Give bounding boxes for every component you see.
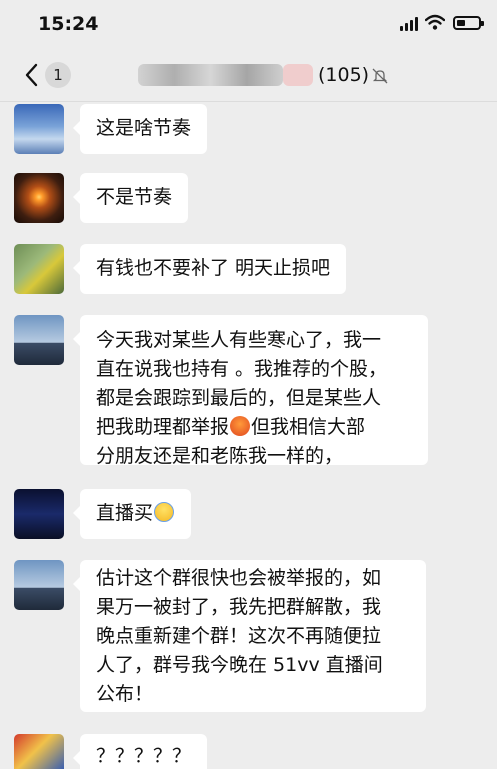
avatar[interactable]: [14, 104, 64, 154]
avatar[interactable]: [14, 244, 64, 294]
back-chevron-icon[interactable]: [22, 62, 42, 88]
avatar[interactable]: [14, 315, 64, 365]
message-line: 估计这个群很快也会被举报的，如: [96, 567, 382, 589]
signal-icon: [400, 17, 418, 31]
message-text: 不是节奏: [96, 186, 173, 208]
message-line: 都是会跟踪到最后的，但是某些人: [96, 387, 382, 409]
message-text: ？？？？？: [96, 745, 192, 767]
mute-bell-icon: [372, 68, 388, 84]
scream-emoji-icon: [154, 502, 175, 522]
message-line: 晚点重新建个群！这次不再随便拉: [96, 625, 382, 647]
message-bubble: 有钱也不要补了 明天止损吧: [72, 244, 347, 294]
battery-icon: [453, 16, 484, 30]
message-bubble: 这是啥节奏: [72, 104, 208, 154]
message-text: 把我助理都举报: [96, 416, 230, 438]
message-bubble: ？？？？？: [72, 734, 208, 769]
chat-header: 1 (105): [0, 50, 497, 102]
message-bubble: 估计这个群很快也会被举报的，如 果万一被封了，我先把群解散，我 晚点重新建个群！…: [73, 560, 426, 712]
status-time: 15:24: [38, 13, 99, 35]
message-bubble: 今天我对某些人有些寒心了，我一 直在说我也持有 。我推荐的个股， 都是会跟踪到最…: [73, 315, 428, 467]
message-text: 有钱也不要补了 明天止损吧: [96, 257, 331, 279]
blurred-group-name-end: [283, 64, 313, 86]
blurred-group-name: [138, 64, 283, 86]
message-line: 人了，群号我今晚在 51vv 直播间: [96, 654, 383, 676]
message-line-with-emoji: 把我助理都举报 但我相信大部: [96, 413, 412, 442]
message-text: 这是啥节奏: [96, 117, 192, 139]
message-line: 分朋友还是和老陈我一样的，: [96, 445, 344, 467]
unread-badge[interactable]: 1: [45, 62, 71, 88]
message-bubble: 不是节奏: [72, 173, 189, 223]
wifi-icon: [425, 14, 445, 30]
avatar[interactable]: [14, 560, 64, 610]
status-bar: 15:24: [0, 0, 497, 50]
angry-emoji-icon: [230, 416, 251, 436]
message-text: 直播买: [96, 502, 154, 524]
member-count[interactable]: (105): [318, 64, 369, 86]
avatar[interactable]: [14, 489, 64, 539]
message-text: 但我相信大部: [251, 416, 366, 438]
avatar[interactable]: [14, 734, 64, 769]
message-line: 今天我对某些人有些寒心了，我一: [96, 329, 382, 351]
chat-screen: 15:24 1 (105) 这是啥节奏 不是节奏 有钱也不要补了 明天止损吧 今…: [0, 0, 497, 769]
message-bubble: 直播买: [72, 489, 192, 539]
message-line: 直在说我也持有 。我推荐的个股，: [96, 358, 388, 380]
avatar[interactable]: [14, 173, 64, 223]
message-line: 果万一被封了，我先把群解散，我: [96, 596, 382, 618]
message-line: 公布！: [96, 683, 154, 705]
